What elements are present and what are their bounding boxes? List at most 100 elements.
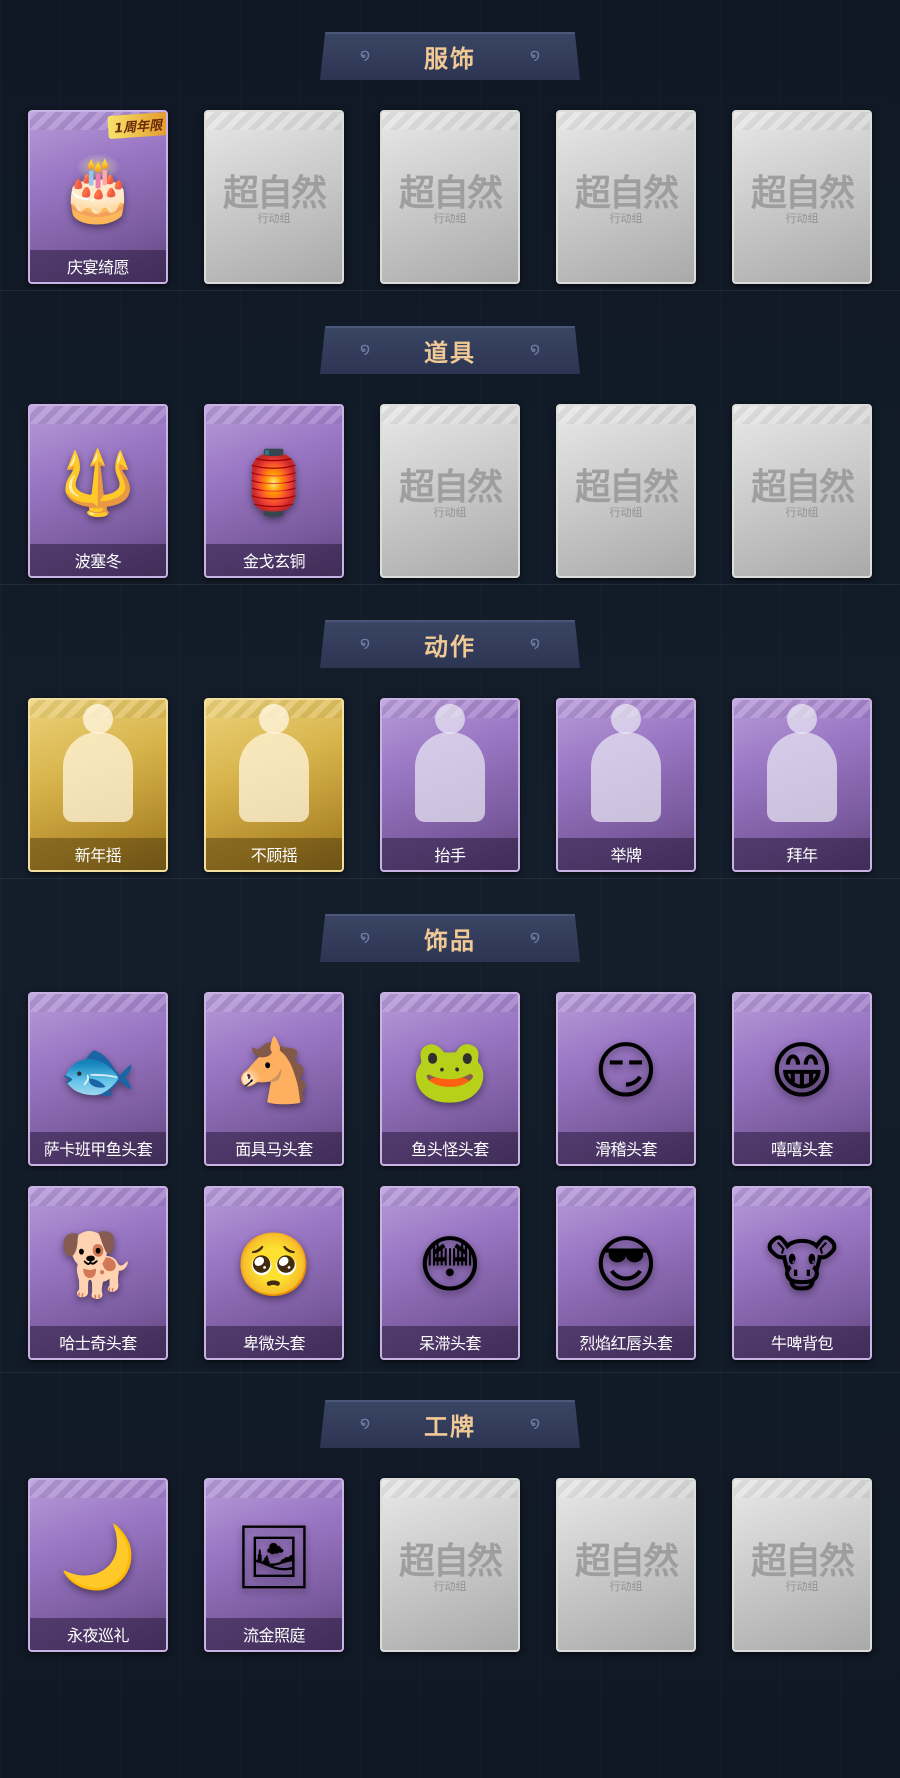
section-divider xyxy=(0,584,900,585)
reward-card[interactable]: 举牌 xyxy=(556,698,696,872)
reward-card[interactable]: 😏 滑稽头套 xyxy=(556,992,696,1166)
section-banner: ໑ ໑ 动作 xyxy=(320,620,580,668)
empty-slot[interactable]: 超自然 行动组 xyxy=(380,110,520,284)
watermark-subtitle: 行动组 xyxy=(433,506,467,519)
fishman-mask-icon-glyph: 🐸 xyxy=(411,1034,489,1107)
empty-slot[interactable]: 超自然 行动组 xyxy=(204,110,344,284)
reward-card[interactable]: 🔱 波塞冬 xyxy=(28,404,168,578)
reward-card[interactable]: 拜年 xyxy=(732,698,872,872)
reward-card[interactable]: 🖼 流金照庭 xyxy=(204,1478,344,1652)
funny-face-mask-icon-glyph: 😏 xyxy=(593,1034,659,1107)
empty-slot[interactable]: 超自然 行动组 xyxy=(556,404,696,578)
husky-mask-icon: 🐕 xyxy=(30,1210,166,1320)
card-edge-decoration xyxy=(30,994,166,1012)
reward-card[interactable]: 🐕 哈士奇头套 xyxy=(28,1186,168,1360)
empty-slot[interactable]: 超自然 行动组 xyxy=(380,1478,520,1652)
reward-card[interactable]: 🐸 鱼头怪头套 xyxy=(380,992,520,1166)
watermark-subtitle: 行动组 xyxy=(785,506,819,519)
trident-icon: 🔱 xyxy=(30,428,166,538)
card-edge-decoration xyxy=(558,994,694,1012)
card-edge-decoration xyxy=(206,406,342,424)
section-title: 动作 xyxy=(424,632,476,661)
night-card-icon: 🌙 xyxy=(30,1502,166,1612)
item-grid: 🎂 1周年限 庆宴绮愿 超自然 行动组 超自然 行动组 超自然 行动组 超自然 行动组 xyxy=(28,110,872,284)
section-title: 服饰 xyxy=(424,44,476,73)
reward-card[interactable]: 新年摇 xyxy=(28,698,168,872)
item-label: 鱼头怪头套 xyxy=(382,1132,518,1164)
watermark-subtitle: 行动组 xyxy=(609,506,643,519)
gold-frame-card-icon-glyph: 🖼 xyxy=(234,1520,314,1593)
watermark-logo: 超自然 xyxy=(750,466,855,508)
card-edge-decoration xyxy=(382,1188,518,1206)
section-divider xyxy=(0,290,900,291)
watermark-logo: 超自然 xyxy=(222,172,327,214)
item-grid: 🌙 永夜巡礼 🖼 流金照庭 超自然 行动组 超自然 行动组 超自然 行动组 xyxy=(28,1478,872,1652)
item-label: 卑微头套 xyxy=(206,1326,342,1358)
reward-card[interactable]: 🐟 萨卡班甲鱼头套 xyxy=(28,992,168,1166)
hold-sign-pose-icon-figure xyxy=(591,704,661,822)
item-label: 举牌 xyxy=(558,838,694,870)
card-edge-decoration xyxy=(558,112,694,130)
empty-slot[interactable]: 超自然 行动组 xyxy=(732,110,872,284)
item-label: 新年摇 xyxy=(30,838,166,870)
dazed-face-mask-icon-glyph: 😳 xyxy=(417,1228,483,1301)
reward-card[interactable]: 不顾摇 xyxy=(204,698,344,872)
item-label: 拜年 xyxy=(734,838,870,870)
section-banner: ໑ ໑ 道具 xyxy=(320,326,580,374)
swirl-left-icon: ໑ xyxy=(359,45,371,64)
funny-face-mask-icon: 😏 xyxy=(558,1016,694,1126)
empty-slot[interactable]: 超自然 行动组 xyxy=(556,110,696,284)
husky-mask-icon-glyph: 🐕 xyxy=(59,1228,137,1301)
dance-pose-icon xyxy=(30,704,166,832)
greeting-pose-icon xyxy=(734,704,870,832)
item-grid: 🐟 萨卡班甲鱼头套 🐴 面具马头套 🐸 鱼头怪头套 😏 滑稽头套 😁 嘻嘻头套 xyxy=(28,992,872,1166)
item-label: 抬手 xyxy=(382,838,518,870)
fishman-mask-icon: 🐸 xyxy=(382,1016,518,1126)
dance-pose-icon-figure xyxy=(63,704,133,822)
item-grid: 🐕 哈士奇头套 🥺 卑微头套 😳 呆滞头套 😎 烈焰红唇头套 🐮 牛啤背包 xyxy=(28,1186,872,1360)
reward-card[interactable]: 🐴 面具马头套 xyxy=(204,992,344,1166)
card-edge-decoration xyxy=(206,112,342,130)
limited-badge: 1周年限 xyxy=(107,112,166,140)
card-edge-decoration xyxy=(558,1188,694,1206)
fish-head-mask-icon: 🐟 xyxy=(30,1016,166,1126)
card-edge-decoration xyxy=(382,1480,518,1498)
reward-card[interactable]: 🐮 牛啤背包 xyxy=(732,1186,872,1360)
watermark-subtitle: 行动组 xyxy=(433,212,467,225)
empty-slot[interactable]: 超自然 行动组 xyxy=(556,1478,696,1652)
watermark-logo: 超自然 xyxy=(398,466,503,508)
empty-slot[interactable]: 超自然 行动组 xyxy=(732,1478,872,1652)
swirl-left-icon: ໑ xyxy=(359,927,371,946)
watermark-logo: 超自然 xyxy=(750,172,855,214)
card-edge-decoration xyxy=(734,406,870,424)
item-label: 永夜巡礼 xyxy=(30,1618,166,1650)
empty-slot[interactable]: 超自然 行动组 xyxy=(380,404,520,578)
item-label: 牛啤背包 xyxy=(734,1326,870,1358)
reward-card[interactable]: 🏮 金戈玄铜 xyxy=(204,404,344,578)
item-grid: 🔱 波塞冬 🏮 金戈玄铜 超自然 行动组 超自然 行动组 超自然 行动组 xyxy=(28,404,872,578)
card-edge-decoration xyxy=(206,994,342,1012)
reward-card[interactable]: 😁 嘻嘻头套 xyxy=(732,992,872,1166)
gold-frame-card-icon: 🖼 xyxy=(206,1502,342,1612)
card-edge-decoration xyxy=(734,1188,870,1206)
section-title: 工牌 xyxy=(424,1412,476,1441)
swirl-right-icon: ໑ xyxy=(529,339,541,358)
swirl-left-icon: ໑ xyxy=(359,1413,371,1432)
reward-card[interactable]: 😎 烈焰红唇头套 xyxy=(556,1186,696,1360)
bronze-lantern-icon: 🏮 xyxy=(206,428,342,538)
card-edge-decoration xyxy=(734,112,870,130)
item-label: 面具马头套 xyxy=(206,1132,342,1164)
card-edge-decoration xyxy=(30,1188,166,1206)
reward-card[interactable]: 😳 呆滞头套 xyxy=(380,1186,520,1360)
empty-slot[interactable]: 超自然 行动组 xyxy=(732,404,872,578)
reward-card[interactable]: 🌙 永夜巡礼 xyxy=(28,1478,168,1652)
swirl-left-icon: ໑ xyxy=(359,339,371,358)
hold-sign-pose-icon xyxy=(558,704,694,832)
reward-card[interactable]: 🎂 1周年限 庆宴绮愿 xyxy=(28,110,168,284)
item-label: 萨卡班甲鱼头套 xyxy=(30,1132,166,1164)
red-lips-mask-icon-glyph: 😎 xyxy=(593,1228,659,1301)
card-edge-decoration xyxy=(30,406,166,424)
card-edge-decoration xyxy=(30,1480,166,1498)
reward-card[interactable]: 抬手 xyxy=(380,698,520,872)
reward-card[interactable]: 🥺 卑微头套 xyxy=(204,1186,344,1360)
